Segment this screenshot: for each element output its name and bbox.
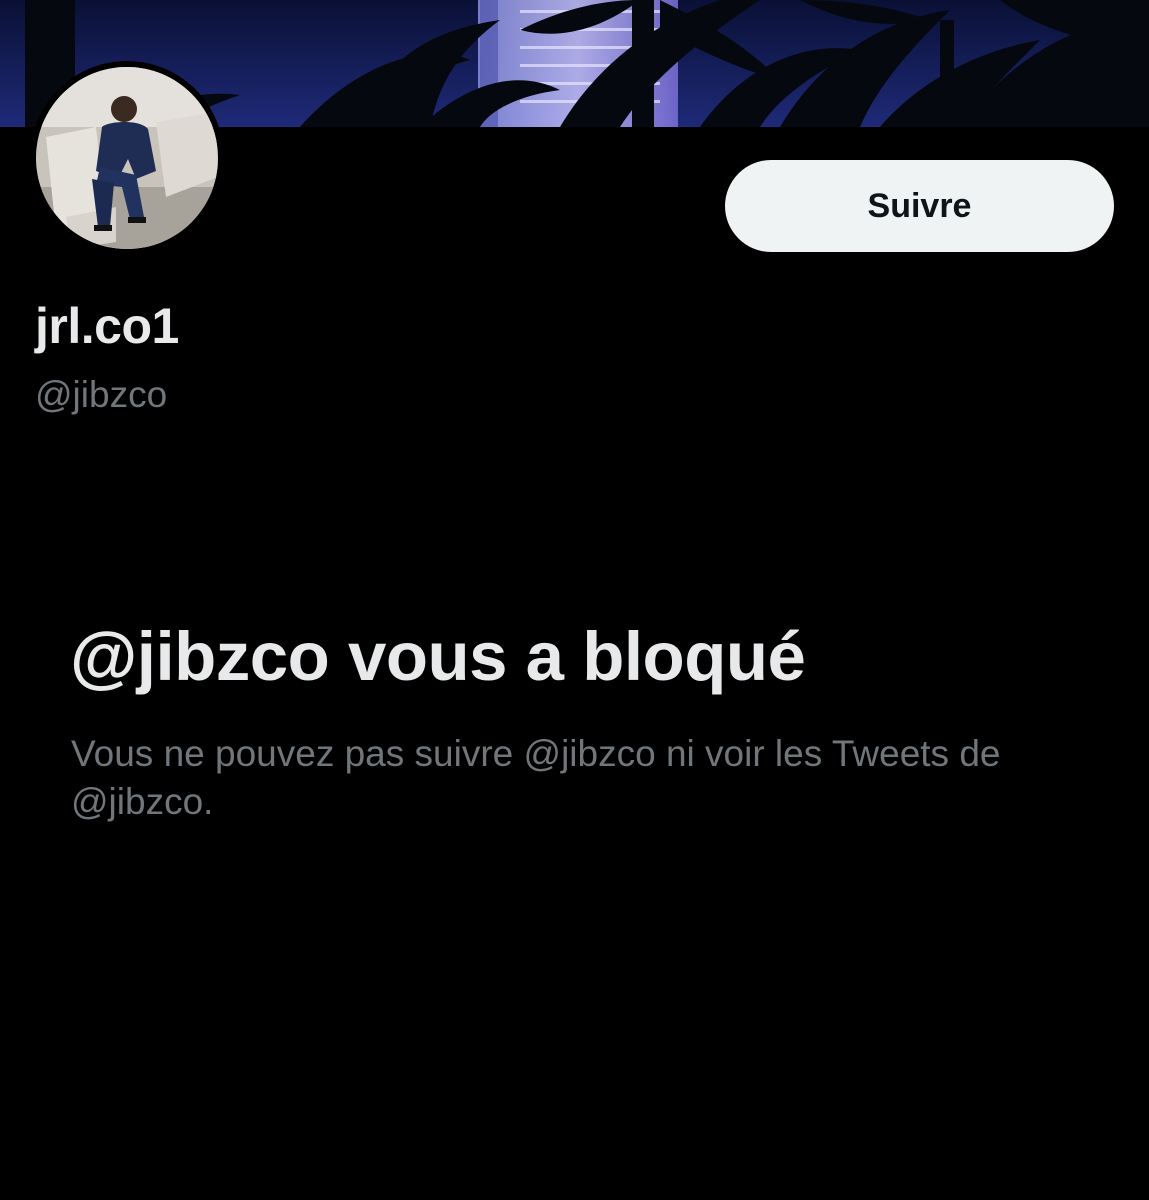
blocked-title: @jibzco vous a bloqué	[70, 618, 806, 695]
follow-button[interactable]: Suivre	[725, 160, 1114, 252]
profile-display-name: jrl.co1	[35, 298, 179, 354]
profile-handle: @jibzco	[35, 374, 168, 415]
profile-page: Suivre jrl.co1 @jibzco @jibzco vous a bl…	[0, 0, 1149, 1200]
blocked-description: Vous ne pouvez pas suivre @jibzco ni voi…	[71, 733, 1001, 822]
profile-avatar[interactable]	[30, 61, 224, 255]
avatar-image	[36, 67, 218, 249]
